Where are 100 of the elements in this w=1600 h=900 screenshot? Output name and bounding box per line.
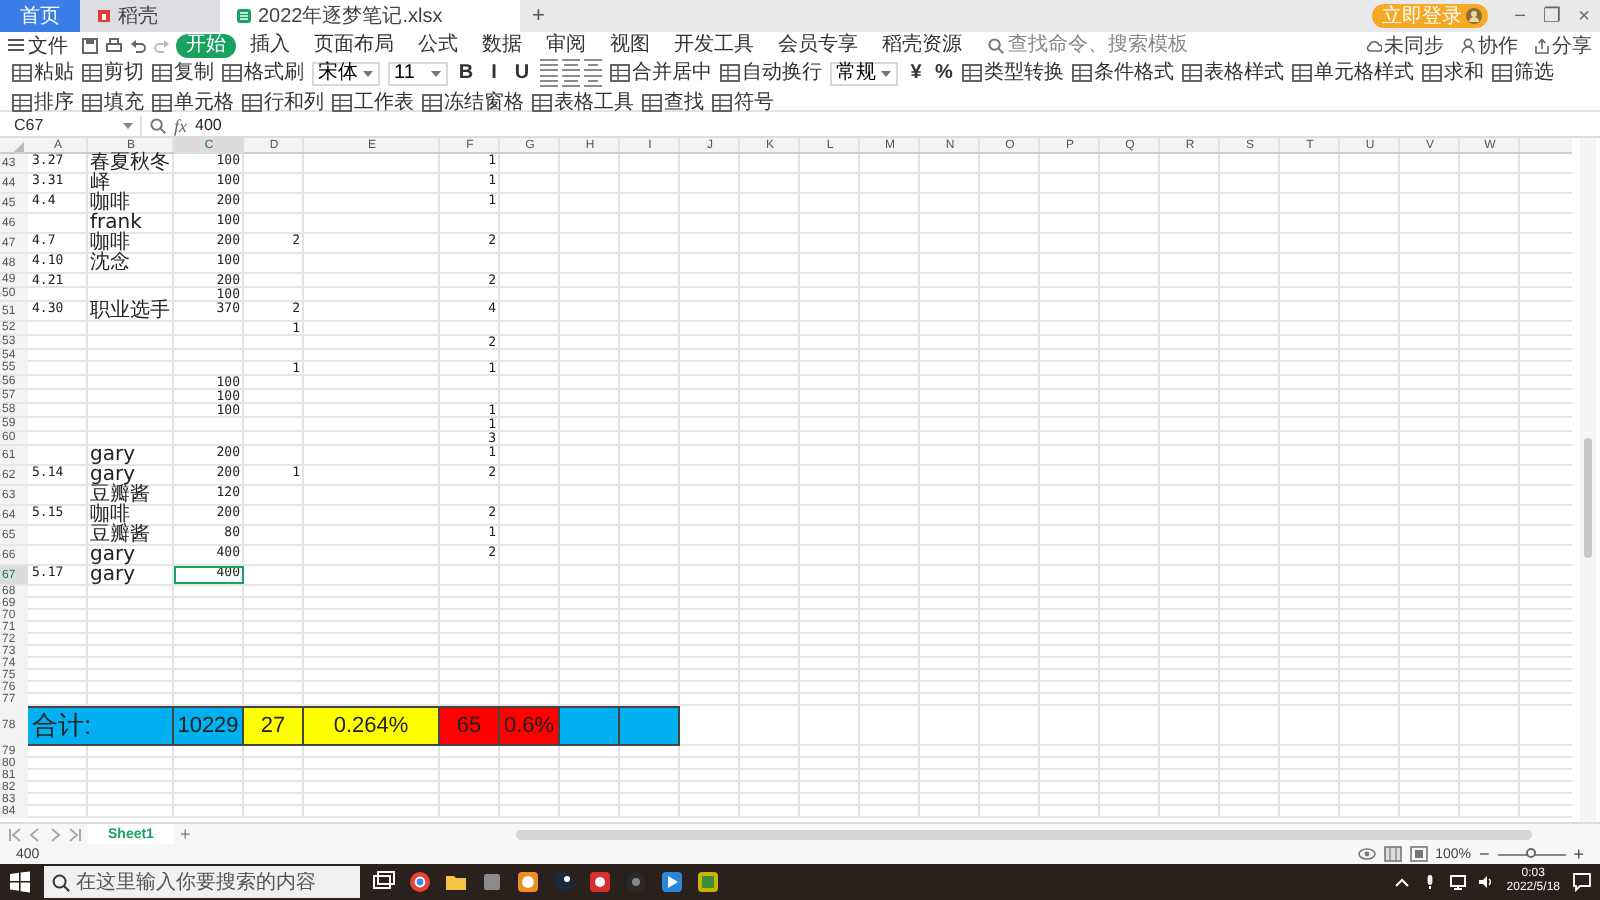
toolbar-button[interactable]: 行和列 xyxy=(242,90,324,114)
table-icon xyxy=(82,64,102,82)
toolbar-button[interactable]: 冻结窗格 xyxy=(422,90,524,114)
eye-icon[interactable] xyxy=(1357,846,1376,862)
menu-tab[interactable]: 公式 xyxy=(408,33,468,57)
format-button[interactable]: B xyxy=(456,62,476,84)
format-button[interactable]: I xyxy=(484,62,504,84)
align-icon[interactable] xyxy=(540,74,558,88)
toolbar-button[interactable]: 查找 xyxy=(642,90,704,114)
toolbar-button[interactable]: 单元格 xyxy=(152,90,234,114)
normal-view-icon[interactable] xyxy=(1383,846,1402,862)
restore-button[interactable]: ❐ xyxy=(1536,0,1568,32)
app-icon[interactable] xyxy=(696,870,720,894)
chevron-up-icon[interactable] xyxy=(1394,874,1411,890)
minimize-button[interactable]: − xyxy=(1504,0,1536,32)
align-icon[interactable] xyxy=(584,58,602,72)
toolbar-button[interactable]: 粘贴 xyxy=(12,61,74,85)
toolbar-button[interactable]: 工作表 xyxy=(332,90,414,114)
menu-tab[interactable]: 开发工具 xyxy=(664,33,764,57)
print-icon[interactable] xyxy=(106,37,122,53)
align-icon[interactable] xyxy=(584,74,602,88)
align-icon[interactable] xyxy=(562,58,580,72)
collaborate-button[interactable]: 协作 xyxy=(1460,31,1518,59)
table-icon xyxy=(1072,64,1092,82)
windows-icon[interactable] xyxy=(8,870,32,894)
tab[interactable]: 2022年逐梦笔记.xlsx xyxy=(220,0,520,32)
align-icon[interactable] xyxy=(540,58,558,72)
toolbar-button[interactable]: 合并居中 xyxy=(610,61,712,85)
dropdown[interactable]: 11 xyxy=(388,61,448,85)
format-button[interactable]: U xyxy=(512,62,532,84)
toolbar-button[interactable]: 填充 xyxy=(82,90,144,114)
add-sheet-button[interactable]: + xyxy=(179,824,191,844)
toolbar-button[interactable]: 表格样式 xyxy=(1182,61,1284,85)
speaker-icon[interactable] xyxy=(1478,874,1495,890)
slider-thumb[interactable] xyxy=(1525,847,1536,857)
menu-tab[interactable]: 审阅 xyxy=(536,33,596,57)
table-icon xyxy=(610,64,630,82)
close-button[interactable]: × xyxy=(1568,0,1600,32)
menu-tab[interactable]: 插入 xyxy=(240,33,300,57)
toolbar-button[interactable]: 符号 xyxy=(712,90,774,114)
save-icon[interactable] xyxy=(82,37,98,53)
table-icon xyxy=(332,93,352,111)
toolbar-button[interactable]: 表格工具 xyxy=(532,90,634,114)
vertical-scrollbar[interactable] xyxy=(1580,138,1596,822)
total-cell: 65 xyxy=(440,706,500,746)
format-button[interactable]: ¥ xyxy=(906,62,926,84)
app-icon[interactable] xyxy=(588,870,612,894)
tab[interactable]: 首页 xyxy=(0,0,80,32)
toolbar-button[interactable]: 类型转换 xyxy=(962,61,1064,85)
undo-icon[interactable] xyxy=(130,37,146,53)
format-button[interactable]: % xyxy=(934,62,954,84)
formula-field[interactable]: 400 xyxy=(195,116,1592,134)
app-icon[interactable] xyxy=(660,870,684,894)
page-view-icon[interactable] xyxy=(1409,846,1428,862)
total-cell: 27 xyxy=(244,706,304,746)
menu-icon xyxy=(8,38,24,52)
game-icon[interactable] xyxy=(552,870,576,894)
notification-icon[interactable] xyxy=(1572,872,1592,892)
zoom-icon[interactable] xyxy=(150,117,166,133)
new-tab-button[interactable]: + xyxy=(520,0,557,32)
browser-icon[interactable] xyxy=(408,870,432,894)
scroll-thumb[interactable] xyxy=(1584,438,1592,558)
menu-tab[interactable]: 会员专享 xyxy=(768,33,868,57)
table-icon xyxy=(82,93,102,111)
app-icon[interactable] xyxy=(516,870,540,894)
search-field[interactable]: 查找命令、搜索模板 xyxy=(988,34,1208,56)
toolbar-button[interactable]: 排序 xyxy=(12,90,74,114)
zoom-in-button[interactable]: + xyxy=(1573,844,1584,864)
toolbar-button[interactable]: 单元格样式 xyxy=(1292,61,1414,85)
toolbar-button[interactable]: 剪切 xyxy=(82,61,144,85)
folder-icon[interactable] xyxy=(444,870,468,894)
zoom-out-button[interactable]: − xyxy=(1478,844,1490,864)
scroll-thumb[interactable] xyxy=(516,829,1532,839)
share-icon xyxy=(1534,37,1550,53)
menu-tab[interactable]: 稻壳资源 xyxy=(872,33,972,57)
name-box[interactable]: C67 xyxy=(8,115,142,135)
dropdown[interactable]: 常规 xyxy=(830,61,898,85)
share-button[interactable]: 分享 xyxy=(1534,31,1592,59)
file-menu[interactable]: 文件 xyxy=(8,31,68,59)
camera-icon[interactable] xyxy=(624,870,648,894)
toolbar-button[interactable]: 格式刷 xyxy=(222,61,304,85)
dropdown[interactable]: 宋体 xyxy=(312,61,380,85)
toolbar-button[interactable]: 筛选 xyxy=(1492,61,1554,85)
menu-tab[interactable]: 页面布局 xyxy=(304,33,404,57)
task-view-icon[interactable] xyxy=(372,870,396,894)
toolbar-button[interactable]: 求和 xyxy=(1422,61,1484,85)
table-icon xyxy=(1492,64,1512,82)
caret-icon xyxy=(430,69,442,77)
toolbar-button[interactable]: 条件格式 xyxy=(1072,61,1174,85)
menu-tab[interactable]: 视图 xyxy=(600,33,660,57)
toolbar-button[interactable]: 自动换行 xyxy=(720,61,822,85)
tab[interactable]: 稻壳 xyxy=(80,0,220,32)
align-icon[interactable] xyxy=(562,74,580,88)
table-cell-text: gary xyxy=(88,546,138,564)
function-button[interactable]: fx xyxy=(174,115,187,135)
menu-tab[interactable]: 数据 xyxy=(472,33,532,57)
table-cell-text: 咖啡 xyxy=(88,234,132,252)
sync-status[interactable]: 未同步 xyxy=(1366,31,1444,59)
table-icon xyxy=(1182,64,1202,82)
toolbar-button[interactable]: 复制 xyxy=(152,61,214,85)
